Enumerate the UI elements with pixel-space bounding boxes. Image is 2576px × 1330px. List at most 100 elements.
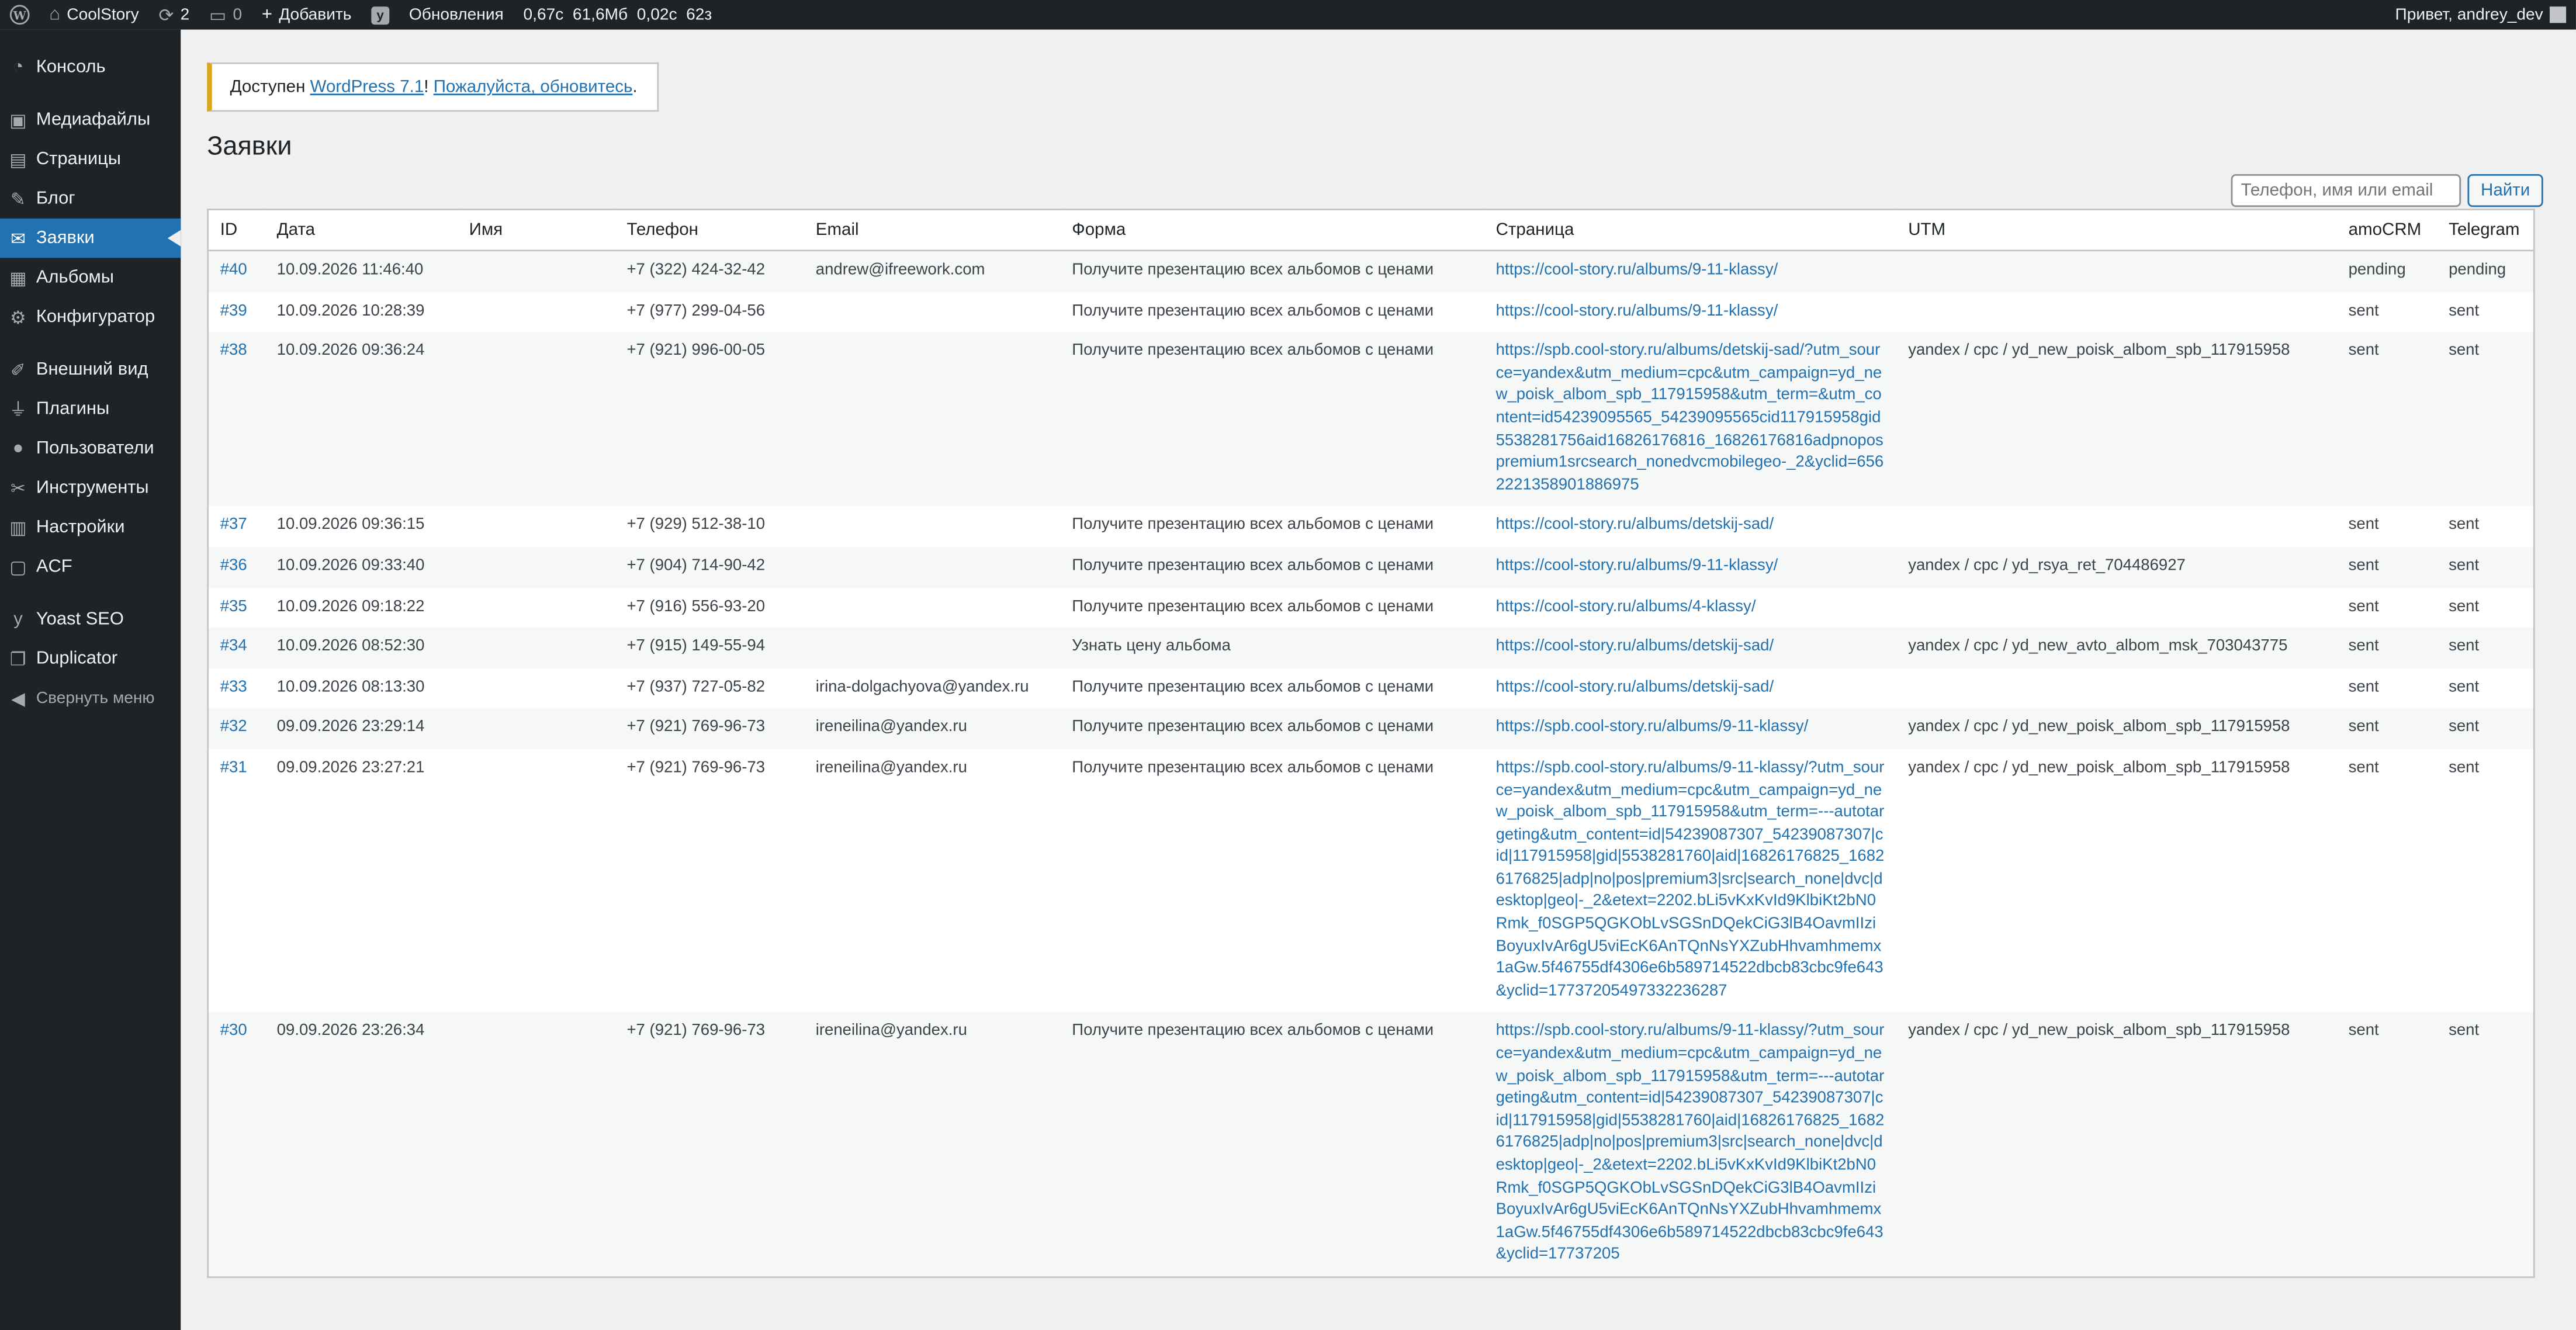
cell-phone: +7 (915) 149-55-94 bbox=[615, 628, 805, 669]
cell-date: 09.09.2026 23:29:14 bbox=[265, 708, 458, 749]
cell-form: Получите презентацию всех альбомов с цен… bbox=[1060, 250, 1484, 292]
cell-page-link[interactable]: https://cool-story.ru/albums/9-11-klassy… bbox=[1496, 557, 1778, 575]
wordpress-version-link[interactable]: WordPress 7.1 bbox=[310, 77, 424, 97]
cell-email: ireneilina@yandex.ru bbox=[804, 1012, 1061, 1277]
updates-menu[interactable]: ⟳ 2 bbox=[149, 0, 200, 30]
cell-id: #32 bbox=[207, 708, 266, 749]
cell-page-link[interactable]: https://cool-story.ru/albums/detskij-sad… bbox=[1496, 678, 1774, 696]
notice-suffix: . bbox=[632, 77, 638, 97]
cell-date: 10.09.2026 09:36:24 bbox=[265, 332, 458, 507]
cell-phone: +7 (322) 424-32-42 bbox=[615, 250, 805, 292]
cell-id-link[interactable]: #34 bbox=[220, 638, 247, 656]
yoast-menu[interactable]: y bbox=[361, 0, 399, 30]
cell-email: irina-dolgachyova@yandex.ru bbox=[815, 678, 1029, 697]
cell-page: https://spb.cool-story.ru/albums/detskij… bbox=[1484, 332, 1897, 507]
my-account-menu[interactable]: Привет, andrey_dev bbox=[2385, 0, 2576, 30]
sidebar-item-label: Внешний вид bbox=[36, 359, 148, 380]
cell-page-link[interactable]: https://spb.cool-story.ru/albums/9-11-kl… bbox=[1496, 718, 1809, 736]
brush-icon: ✐ bbox=[10, 361, 26, 380]
add-label: Добавить bbox=[279, 5, 352, 24]
comments-menu[interactable]: ▭ 0 bbox=[199, 0, 252, 30]
column-header: Email bbox=[804, 209, 1061, 252]
main-content: Доступен WordPress 7.1! Пожалуйста, обно… bbox=[181, 30, 2576, 1330]
sidebar-item-media[interactable]: ▣ Медиафайлы bbox=[0, 100, 181, 139]
sidebar-item-requests[interactable]: ✉ Заявки bbox=[0, 218, 181, 258]
search-input[interactable] bbox=[2231, 174, 2461, 207]
cell-phone: +7 (921) 769-96-73 bbox=[615, 708, 805, 749]
refresh-icon: ⟳ bbox=[158, 5, 174, 26]
sidebar-item-configurator[interactable]: ⚙ Конфигуратор bbox=[0, 297, 181, 337]
sidebar-item-acf[interactable]: ▢ ACF bbox=[0, 547, 181, 586]
collapse-menu-button[interactable]: ◀ Свернуть меню bbox=[0, 678, 181, 718]
cell-page: https://spb.cool-story.ru/albums/9-11-kl… bbox=[1484, 708, 1897, 749]
sidebar-item-settings[interactable]: ▥ Настройки bbox=[0, 508, 181, 547]
wp-logo-menu[interactable]: W bbox=[0, 0, 39, 30]
sidebar-item-yoast[interactable]: y Yoast SEO bbox=[0, 600, 181, 639]
cell-date: 10.09.2026 08:52:30 bbox=[265, 628, 458, 669]
cell-id-link[interactable]: #38 bbox=[220, 342, 247, 360]
cell-page-link[interactable]: https://cool-story.ru/albums/9-11-klassy… bbox=[1496, 261, 1778, 279]
sidebar-item-plugins[interactable]: ⏚ Плагины bbox=[0, 389, 181, 428]
column-header: amoCRM bbox=[2336, 209, 2437, 252]
cell-email: ireneilina@yandex.ru bbox=[815, 758, 967, 777]
cell-id: #31 bbox=[208, 749, 265, 1013]
cell-page-link[interactable]: https://cool-story.ru/albums/9-11-klassy… bbox=[1496, 302, 1778, 320]
cell-utm: yandex / cpc / yd_rsya_ret_704486927 bbox=[1896, 546, 2337, 588]
admin-sidebar: ◔ Консоль ▣ Медиафайлы ▤ Страницы ✎ Блог… bbox=[0, 29, 181, 1330]
cell-name bbox=[458, 292, 615, 332]
cell-id-link[interactable]: #32 bbox=[220, 718, 247, 736]
cell-id-link[interactable]: #35 bbox=[220, 597, 247, 615]
cell-page-link[interactable]: https://spb.cool-story.ru/albums/detskij… bbox=[1496, 342, 1884, 494]
sidebar-item-users[interactable]: ● Пользователи bbox=[0, 429, 181, 468]
search-button[interactable]: Найти bbox=[2467, 174, 2543, 207]
cell-email bbox=[804, 507, 1061, 547]
cell-page: https://cool-story.ru/albums/9-11-klassy… bbox=[1484, 250, 1897, 292]
please-update-link[interactable]: Пожалуйста, обновитесь bbox=[434, 77, 633, 97]
sidebar-item-label: ACF bbox=[36, 556, 72, 577]
cell-id: #36 bbox=[207, 546, 266, 588]
cell-page-link[interactable]: https://cool-story.ru/albums/detskij-sad… bbox=[1496, 638, 1774, 656]
new-content-menu[interactable]: + Добавить bbox=[252, 0, 361, 30]
sidebar-item-dashboard[interactable]: ◔ Консоль bbox=[0, 48, 181, 87]
cell-id-link[interactable]: #40 bbox=[220, 261, 247, 279]
query-monitor-menu[interactable]: 0,67с 61,6Мб 0,02с 62з bbox=[514, 0, 722, 30]
greeting: Привет, andrey_dev bbox=[2395, 5, 2543, 24]
sidebar-item-pages[interactable]: ▤ Страницы bbox=[0, 140, 181, 179]
cell-phone: +7 (977) 299-04-56 bbox=[626, 302, 766, 320]
cell-name bbox=[457, 1012, 615, 1277]
cell-id-link[interactable]: #30 bbox=[220, 1023, 247, 1041]
sidebar-item-duplicator[interactable]: ❐ Duplicator bbox=[0, 639, 181, 678]
column-header: Дата bbox=[265, 209, 458, 252]
cell-utm: yandex / cpc / yd_new_poisk_albom_spb_11… bbox=[1908, 758, 2290, 777]
cell-utm bbox=[1897, 507, 2337, 547]
cell-page-link[interactable]: https://cool-story.ru/albums/detskij-sad… bbox=[1496, 517, 1774, 535]
gear-icon: ⚙ bbox=[10, 308, 26, 328]
home-icon: ⌂ bbox=[49, 5, 61, 25]
cell-utm bbox=[1896, 250, 2337, 292]
cell-id-link[interactable]: #33 bbox=[220, 678, 247, 696]
cell-date: 09.09.2026 23:26:34 bbox=[265, 1012, 458, 1277]
sidebar-item-appearance[interactable]: ✐ Внешний вид bbox=[0, 350, 181, 389]
sidebar-item-blog[interactable]: ✎ Блог bbox=[0, 179, 181, 218]
sidebar-item-albums[interactable]: ▦ Альбомы bbox=[0, 258, 181, 297]
cell-id-link[interactable]: #37 bbox=[220, 517, 247, 535]
updates-link[interactable]: Обновления bbox=[399, 0, 514, 30]
cell-page-link[interactable]: https://spb.cool-story.ru/albums/9-11-kl… bbox=[1496, 759, 1885, 1000]
site-name-menu[interactable]: ⌂ CoolStory bbox=[39, 0, 148, 30]
cell-email bbox=[804, 292, 1061, 332]
sidebar-item-label: Инструменты bbox=[36, 478, 149, 498]
cell-page-link[interactable]: https://spb.cool-story.ru/albums/9-11-kl… bbox=[1496, 1023, 1885, 1264]
table-header-row: ID Дата Имя Телефон Email Форма Страница UTM amo… bbox=[207, 209, 2535, 252]
updates-label: Обновления bbox=[408, 5, 504, 24]
cell-amocrm: sent bbox=[2336, 332, 2437, 507]
cell-id-link[interactable]: #39 bbox=[220, 302, 247, 320]
sidebar-item-tools[interactable]: ✂ Инструменты bbox=[0, 468, 181, 507]
cell-id-link[interactable]: #36 bbox=[220, 557, 247, 575]
cell-id-link[interactable]: #31 bbox=[220, 759, 247, 777]
cell-form: Получите презентацию всех альбомов с цен… bbox=[1072, 758, 1434, 777]
dashboard-icon: ◔ bbox=[12, 57, 24, 78]
cell-id: #39 bbox=[208, 292, 265, 332]
cell-page-link[interactable]: https://cool-story.ru/albums/4-klassy/ bbox=[1496, 597, 1756, 615]
cell-form: Получите презентацию всех альбомов с цен… bbox=[1060, 546, 1484, 588]
cell-phone: +7 (921) 769-96-73 bbox=[615, 1012, 805, 1277]
